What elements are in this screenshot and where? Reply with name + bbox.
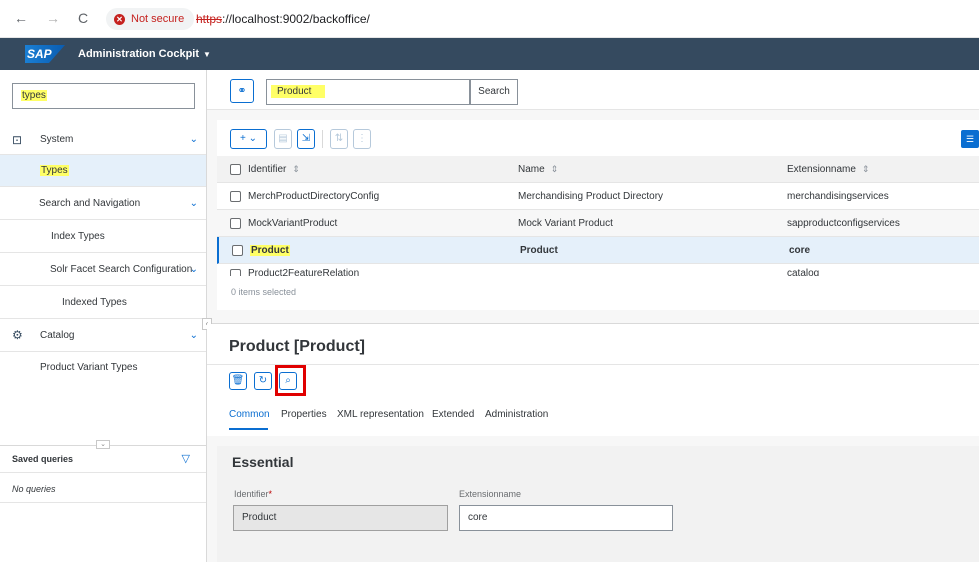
sidebar-search-input[interactable]: types [12, 83, 195, 109]
warning-icon: ✕ [114, 13, 125, 25]
search-strip: ⚭ Product Search [207, 70, 979, 110]
tab-administration[interactable]: Administration [485, 409, 548, 420]
search-input[interactable]: Product [266, 79, 470, 105]
cell-name: Product [520, 245, 558, 256]
delete-icon[interactable]: ⋮ [353, 129, 371, 149]
saved-queries-header: ⌄ Saved queries ▽ [0, 440, 206, 473]
url-scheme: https [196, 12, 223, 26]
table-row[interactable]: MockVariantProduct Mock Variant Product … [217, 210, 979, 237]
cell-identifier: Product2FeatureRelation [248, 268, 360, 276]
select-all-checkbox[interactable] [230, 164, 241, 175]
callout-highlight [275, 365, 306, 396]
active-tab-indicator [229, 428, 268, 430]
reload-icon[interactable]: C [74, 9, 92, 27]
collapse-handle[interactable]: ⌄ [96, 440, 110, 449]
chevron-down-icon[interactable]: ⌄ [190, 198, 198, 209]
cell-extensionname: merchandisingservices [787, 191, 889, 202]
sidebar-item-label: Index Types [51, 230, 105, 242]
security-label: Not secure [131, 13, 185, 25]
browser-toolbar: ← → C ✕ Not secure https://localhost:900… [0, 0, 979, 38]
column-header-identifier[interactable]: Identifier ⇕ [248, 164, 300, 175]
items-selected-count: 0 items selected [231, 287, 297, 297]
tab-properties[interactable]: Properties [281, 409, 327, 420]
sidebar-item-label: Product Variant Types [40, 361, 138, 373]
row-checkbox[interactable] [230, 218, 241, 229]
app-title: Administration Cockpit [78, 48, 200, 60]
detail-panel: Product [Product] 🗑 ↻ ⌕ Common Propertie… [207, 324, 979, 436]
identifier-label: Identifier* [234, 489, 273, 499]
sidebar-item-search-navigation[interactable]: Search and Navigation ⌄ [0, 187, 206, 220]
sidebar-item-indexed-types[interactable]: Indexed Types [0, 286, 206, 319]
tab-xml-representation[interactable]: XML representation [337, 409, 424, 420]
extension-label: Extensionname [459, 489, 522, 499]
back-icon[interactable]: ← [12, 9, 30, 27]
row-checkbox[interactable] [230, 191, 241, 202]
trash-icon[interactable]: 🗑 [229, 372, 247, 390]
list-view-icon[interactable]: ☰ [961, 130, 979, 148]
tab-extended[interactable]: Extended [432, 409, 474, 420]
table-row-selected[interactable]: Product Product core [217, 237, 979, 264]
search-button[interactable]: Search [470, 79, 518, 105]
refresh-icon[interactable]: ↻ [254, 372, 272, 390]
column-header-name[interactable]: Name ⇕ [518, 164, 558, 175]
sidebar-item-label: Solr Facet Search Configuration [50, 263, 193, 275]
forward-icon[interactable]: → [44, 9, 62, 27]
section-title: Essential [232, 454, 294, 470]
table-row[interactable]: MerchProductDirectoryConfig Merchandisin… [217, 183, 979, 210]
app-header: SAP Administration Cockpit ▼ [0, 38, 979, 70]
sidebar: types ⊡ System ⌄ Types Search and Naviga… [0, 70, 207, 562]
saved-queries-title: Saved queries [12, 454, 74, 464]
chevron-down-icon[interactable]: ⌄ [190, 330, 198, 341]
row-checkbox[interactable] [232, 245, 243, 256]
cell-identifier: Product [250, 245, 290, 256]
system-icon: ⊡ [12, 132, 23, 147]
essential-section: Essential Identifier* Product Extensionn… [217, 446, 979, 562]
cell-name: Mock Variant Product [518, 218, 613, 229]
sidebar-item-solr-facet[interactable]: Solr Facet Search Configuration ⌄ [0, 253, 206, 286]
main-area: ⚭ Product Search + ⌄ ▤ ⇲ ⇅ ⋮ ☰ Identifie… [202, 70, 979, 562]
export-icon[interactable]: ⇲ [297, 129, 315, 149]
address-bar[interactable]: https://localhost:9002/backoffice/ [196, 12, 370, 26]
table-row[interactable]: Product2FeatureRelation catalog [217, 264, 979, 276]
cell-extensionname: catalog [787, 268, 820, 276]
cell-extensionname: sapproductconfigservices [787, 218, 900, 229]
sidebar-item-index-types[interactable]: Index Types [0, 220, 206, 253]
sidebar-item-system[interactable]: ⊡ System ⌄ [0, 125, 206, 155]
filter-icon[interactable]: ▽ [182, 452, 190, 465]
row-checkbox[interactable] [230, 269, 241, 276]
security-badge[interactable]: ✕ Not secure [106, 8, 195, 30]
sidebar-item-label: Indexed Types [62, 296, 127, 308]
extensionname-field[interactable]: core [459, 505, 673, 531]
app-title-menu[interactable]: Administration Cockpit ▼ [78, 48, 211, 60]
sidebar-item-product-variant-types[interactable]: Product Variant Types [0, 352, 206, 382]
tab-common[interactable]: Common [229, 409, 270, 420]
saved-queries-empty: No queries [12, 484, 56, 494]
cell-extensionname: core [789, 245, 811, 256]
compare-icon[interactable]: ⇅ [330, 129, 348, 149]
sidebar-item-label: Catalog [40, 329, 75, 341]
sap-logo: SAP [25, 45, 65, 63]
clone-icon[interactable]: ▤ [274, 129, 292, 149]
advanced-search-icon[interactable]: ⚭ [230, 79, 254, 103]
detail-title: Product [Product] [229, 338, 365, 355]
sidebar-item-label: Types [40, 165, 69, 176]
chevron-down-icon[interactable]: ⌄ [190, 134, 198, 145]
table-header: Identifier ⇕ Name ⇕ Extensionname ⇕ [217, 156, 979, 183]
sidebar-item-catalog[interactable]: ⚙ Catalog ⌄ [0, 319, 206, 352]
add-button[interactable]: + ⌄ [230, 129, 267, 149]
chevron-down-icon[interactable]: ⌄ [190, 264, 198, 275]
url-path: ://localhost:9002/backoffice/ [222, 12, 370, 26]
cell-identifier: MockVariantProduct [248, 218, 338, 229]
column-header-extensionname[interactable]: Extensionname ⇕ [787, 164, 869, 175]
sidebar-item-label: System [40, 134, 74, 145]
cell-name: Merchandising Product Directory [518, 191, 664, 202]
sidebar-item-label: Search and Navigation [39, 197, 141, 209]
cell-identifier: MerchProductDirectoryConfig [248, 191, 380, 202]
caret-down-icon: ▼ [203, 50, 211, 59]
list-panel: + ⌄ ▤ ⇲ ⇅ ⋮ ☰ Identifier ⇕ Name ⇕ Extensio… [217, 120, 979, 310]
catalog-icon: ⚙ [12, 328, 23, 342]
identifier-field[interactable]: Product [233, 505, 448, 531]
sidebar-item-types[interactable]: Types [0, 155, 206, 187]
